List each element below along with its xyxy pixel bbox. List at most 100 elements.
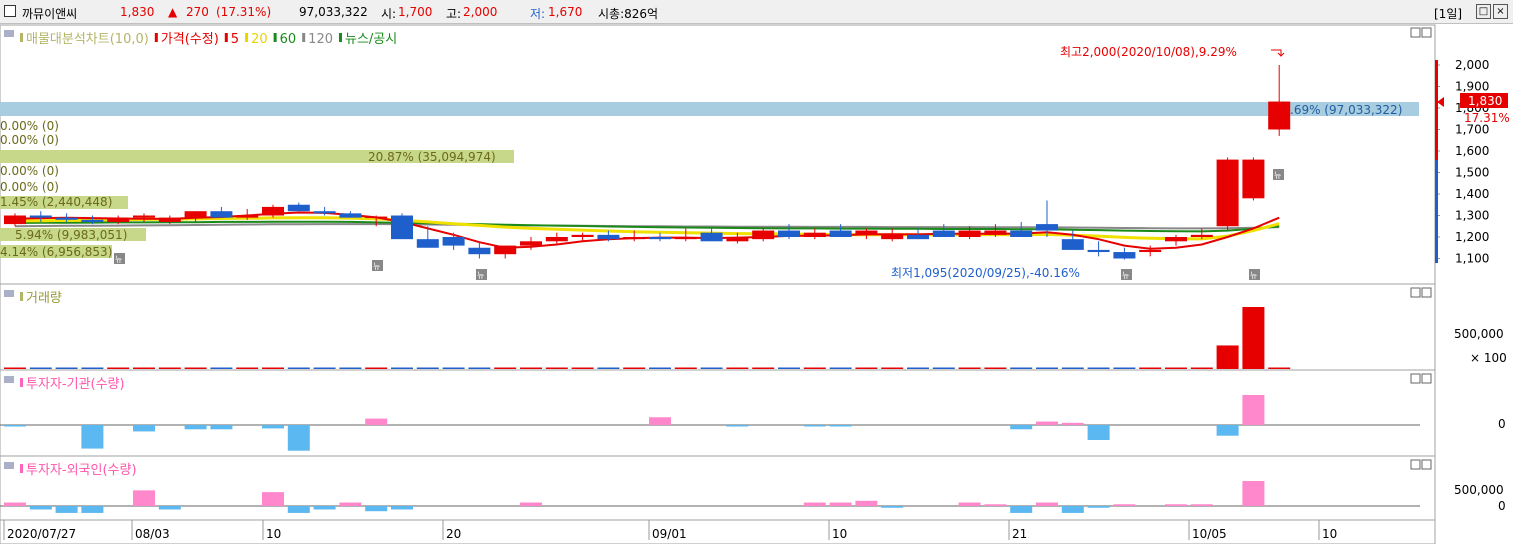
news-marker[interactable]: 뉴: [1249, 269, 1260, 280]
volume-bar: [1061, 367, 1084, 369]
candle-body: [623, 237, 646, 240]
volume-bar: [907, 367, 929, 369]
current-price-pointer-icon: [1437, 97, 1444, 107]
candle-body: [81, 219, 104, 222]
foreign-panel-handle[interactable]: [4, 462, 14, 469]
svg-text:뉴: 뉴: [373, 262, 380, 271]
foreign-bar: [158, 506, 181, 510]
candle-body: [932, 230, 955, 237]
stock-chart[interactable]: .69% (97,033,322)0.00% (0)0.00% (0)20.87…: [0, 0, 1513, 544]
date-tick-label: 09/01: [652, 527, 687, 541]
foreign-bar: [4, 502, 26, 506]
foreign-bar: [133, 490, 155, 506]
institution-tick: 0: [1498, 417, 1506, 431]
svg-text:뉴: 뉴: [115, 255, 122, 264]
legend-swatch: [20, 33, 23, 42]
svg-text:뉴: 뉴: [477, 271, 484, 280]
volume-bar: [1216, 345, 1239, 369]
date-tick-label: 10: [832, 527, 847, 541]
volume-panel-handle[interactable]: [4, 290, 14, 297]
foreign-bar: [55, 506, 78, 513]
legend-label: 가격(수정): [161, 32, 219, 47]
foreign-bar: [29, 506, 52, 510]
foreign-bar: [958, 502, 981, 506]
institution-bar: [210, 425, 233, 430]
institution-bar: [365, 418, 388, 425]
price-tick-label: 1,600: [1455, 144, 1489, 158]
news-marker[interactable]: 뉴: [114, 253, 125, 264]
foreign-bar: [1242, 481, 1265, 506]
foreign-bar: [365, 506, 388, 512]
candle-body: [649, 237, 671, 240]
candle-body: [55, 217, 78, 220]
volume-bar: [674, 367, 697, 369]
institution-bar: [184, 425, 207, 430]
volume-bar: [700, 367, 723, 369]
candle-body: [1268, 101, 1291, 130]
candle: [1242, 157, 1265, 201]
foreign-bar: [262, 492, 284, 506]
volume-bar: [1139, 367, 1162, 369]
volume-bar: [803, 367, 826, 369]
volume-bar: [958, 367, 981, 369]
volume-bar: [1036, 367, 1058, 369]
candle-body: [236, 215, 259, 218]
news-marker[interactable]: 뉴: [372, 260, 383, 271]
legend-label: 120: [308, 32, 333, 47]
institution-bar: [1061, 422, 1084, 425]
foreign-bar: [520, 502, 542, 506]
candle-body: [1036, 224, 1058, 231]
price-tick-label: 1,900: [1455, 80, 1489, 94]
foreign-bar: [81, 506, 104, 513]
candle-body: [210, 211, 233, 218]
candle-body: [287, 204, 310, 212]
institution-bar: [262, 425, 284, 429]
institution-bar: [1216, 425, 1239, 436]
foreign-bar: [391, 506, 413, 510]
candle-body: [29, 215, 52, 218]
date-tick-label: 21: [1012, 527, 1027, 541]
news-marker[interactable]: 뉴: [1273, 169, 1284, 180]
volume-bar: [984, 367, 1007, 369]
candle-body: [958, 230, 981, 237]
date-tick-label: 10/05: [1192, 527, 1227, 541]
current-price-tag-text: 1,830: [1468, 94, 1502, 108]
low-annotation: 최저1,095(2020/09/25),-40.16%: [891, 266, 1080, 280]
candle-body: [184, 211, 207, 218]
foreign-bar: [1113, 504, 1136, 506]
volume-bar: [520, 367, 542, 369]
date-tick-label: 10: [266, 527, 281, 541]
candle-body: [1139, 249, 1162, 253]
foreign-bar: [1061, 506, 1084, 513]
institution-panel-handle[interactable]: [4, 376, 14, 383]
svg-text:뉴: 뉴: [1122, 271, 1129, 280]
institution-bar: [1010, 425, 1033, 430]
news-marker[interactable]: 뉴: [1121, 269, 1132, 280]
institution-panel: [0, 369, 1436, 457]
volume-tick: 500,000: [1454, 327, 1504, 341]
volume-bar: [571, 367, 594, 369]
volume-bar: [623, 367, 646, 369]
volume-profile-bar: [0, 102, 1419, 116]
candle-body: [984, 230, 1007, 235]
date-tick-label: 10: [1322, 527, 1337, 541]
institution-bar: [829, 425, 852, 427]
candle-body: [674, 237, 697, 240]
news-marker[interactable]: 뉴: [476, 269, 487, 280]
date-tick-label: 08/03: [135, 527, 170, 541]
volume-bar: [29, 367, 52, 369]
volume-profile-label: .69% (97,033,322): [1290, 103, 1402, 117]
legend-swatch: [302, 33, 306, 42]
volume-bar: [1087, 367, 1110, 369]
volume-bar: [55, 367, 78, 369]
candle: [1216, 157, 1239, 231]
candle-body: [158, 217, 181, 222]
institution-bar: [803, 425, 826, 427]
candle-body: [133, 215, 155, 218]
volume-profile-label: 0.00% (0): [0, 180, 59, 194]
candle-body: [339, 213, 362, 218]
price-range-bar-up: [1435, 60, 1438, 160]
volume-bar: [881, 367, 904, 369]
candle-body: [1061, 239, 1084, 250]
candle-body: [1010, 230, 1033, 237]
